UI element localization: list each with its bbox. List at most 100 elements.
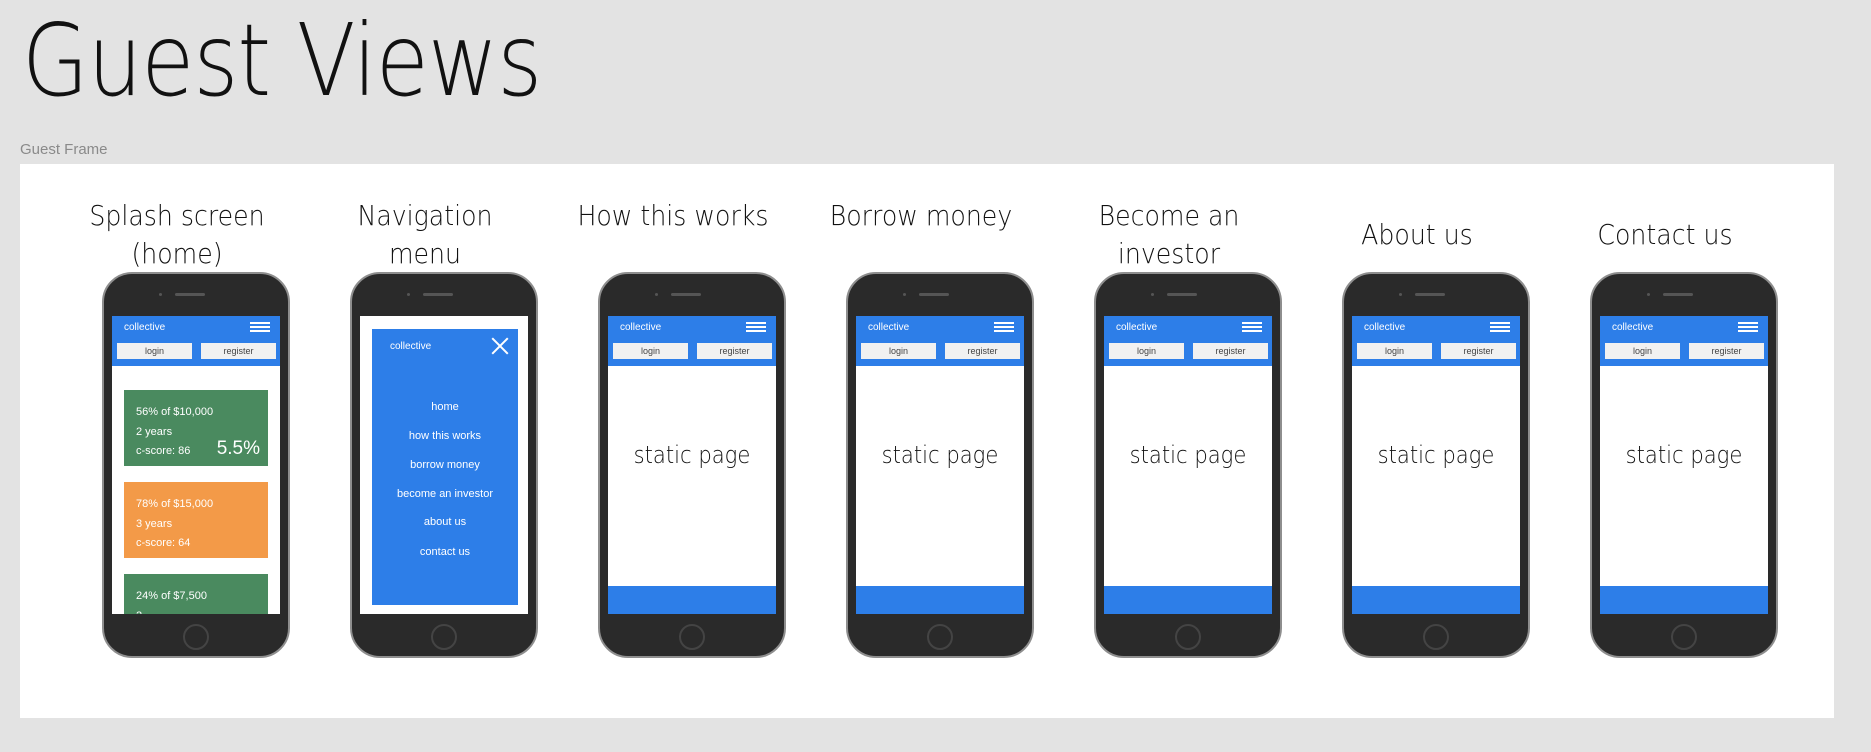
register-button[interactable]: register	[1689, 343, 1764, 359]
static-page-label: static page	[1129, 441, 1247, 469]
phone-home-button	[431, 624, 457, 650]
nav-item-home[interactable]: home	[372, 401, 518, 413]
loan-term: 2	[136, 610, 142, 614]
phone-camera	[655, 293, 658, 296]
login-button[interactable]: login	[117, 343, 192, 359]
phone-home-button	[1671, 624, 1697, 650]
hamburger-menu-icon[interactable]	[1738, 322, 1758, 333]
nav-item-about-us[interactable]: about us	[372, 516, 518, 528]
phone-home-button	[1175, 624, 1201, 650]
phone-home-button	[183, 624, 209, 650]
register-button[interactable]: register	[697, 343, 772, 359]
register-button[interactable]: register	[1193, 343, 1268, 359]
app-footer	[1600, 586, 1768, 614]
phone-mockup: collective login register static page	[846, 272, 1034, 658]
hamburger-menu-icon[interactable]	[994, 322, 1014, 333]
phone-camera	[1399, 293, 1402, 296]
nav-item-borrow-money[interactable]: borrow money	[372, 459, 518, 471]
app-brand: collective	[1612, 322, 1654, 333]
phone-camera	[1151, 293, 1154, 296]
app-brand: collective	[1116, 322, 1158, 333]
screen-title-line1: How this works	[577, 199, 769, 232]
static-page-label: static page	[881, 441, 999, 469]
loan-amount: 78% of $15,000	[136, 498, 214, 510]
screen-title-line1: Splash screen	[89, 199, 265, 232]
screen-title: Splash screen (home)	[74, 197, 281, 273]
login-button[interactable]: login	[1357, 343, 1432, 359]
phone-home-button	[679, 624, 705, 650]
hamburger-menu-icon[interactable]	[1490, 322, 1510, 333]
phone-camera	[159, 293, 162, 296]
phone-display: collective login register static page	[856, 316, 1024, 614]
nav-item-contact-us[interactable]: contact us	[372, 546, 518, 558]
static-page-label: static page	[1625, 441, 1743, 469]
screen-title-line2: investor	[1117, 237, 1221, 270]
phone-mockup: collective login register static page	[1094, 272, 1282, 658]
hamburger-menu-icon[interactable]	[250, 322, 270, 333]
phone-display: collective login register static page	[1600, 316, 1768, 614]
close-icon[interactable]	[490, 335, 510, 355]
register-button[interactable]: register	[201, 343, 276, 359]
screen-title-line1: About us	[1361, 218, 1473, 251]
login-button[interactable]: login	[1109, 343, 1184, 359]
nav-item-become-an-investor[interactable]: become an investor	[372, 488, 518, 500]
hamburger-menu-icon[interactable]	[1242, 322, 1262, 333]
screen-navigation-menu: Navigation menu collective home how this…	[310, 164, 540, 718]
screen-title: Borrow money	[818, 197, 1025, 235]
phone-mockup: collective login register 56% of $10,000…	[102, 272, 290, 658]
phone-speaker	[919, 293, 949, 296]
phone-home-button	[927, 624, 953, 650]
page-title: Guest Views	[22, 2, 542, 119]
loan-amount: 24% of $7,500	[136, 590, 207, 602]
screen-title-line1: Borrow money	[829, 199, 1013, 232]
screen-become-an-investor: Become an investor collective login regi…	[1054, 164, 1284, 718]
phone-speaker	[1415, 293, 1445, 296]
screen-about-us: About us collective login register stati…	[1302, 164, 1532, 718]
screen-contact-us: Contact us collective login register sta…	[1550, 164, 1780, 718]
app-brand: collective	[620, 322, 662, 333]
screen-title-line1: Contact us	[1597, 218, 1733, 251]
app-header: collective login register	[1600, 316, 1768, 366]
app-footer	[856, 586, 1024, 614]
app-brand: collective	[390, 341, 432, 352]
phone-camera	[1647, 293, 1650, 296]
nav-item-how-this-works[interactable]: how this works	[372, 430, 518, 442]
register-button[interactable]: register	[1441, 343, 1516, 359]
nav-panel: collective home how this works borrow mo…	[372, 329, 518, 605]
app-footer	[1104, 586, 1272, 614]
screen-title-line1: Become an	[1098, 199, 1240, 232]
app-header: collective login register	[112, 316, 280, 366]
loan-card[interactable]: 78% of $15,000 3 years c-score: 64	[124, 482, 268, 558]
loan-term: 2 years	[136, 426, 173, 438]
phone-speaker	[671, 293, 701, 296]
loan-card[interactable]: 56% of $10,000 2 years c-score: 86 5.5%	[124, 390, 268, 466]
login-button[interactable]: login	[1605, 343, 1680, 359]
phone-mockup: collective login register static page	[598, 272, 786, 658]
app-footer	[608, 586, 776, 614]
loan-score: c-score: 64	[136, 537, 191, 549]
phone-mockup: collective home how this works borrow mo…	[350, 272, 538, 658]
loan-amount: 56% of $10,000	[136, 406, 214, 418]
phone-mockup: collective login register static page	[1590, 272, 1778, 658]
app-brand: collective	[868, 322, 910, 333]
phone-display: collective login register static page	[608, 316, 776, 614]
app-header: collective login register	[1352, 316, 1520, 366]
loan-score: c-score: 86	[136, 445, 191, 457]
phone-camera	[407, 293, 410, 296]
phone-display: collective login register static page	[1104, 316, 1272, 614]
login-button[interactable]: login	[613, 343, 688, 359]
screen-title: Become an investor	[1066, 197, 1273, 273]
screen-title-line2: (home)	[131, 237, 223, 270]
login-button[interactable]: login	[861, 343, 936, 359]
screen-how-this-works: How this works collective login register…	[558, 164, 788, 718]
guest-frame: Splash screen (home) collective login re…	[20, 164, 1834, 718]
phone-home-button	[1423, 624, 1449, 650]
app-header: collective login register	[608, 316, 776, 366]
register-button[interactable]: register	[945, 343, 1020, 359]
phone-display: collective login register static page	[1352, 316, 1520, 614]
phone-mockup: collective login register static page	[1342, 272, 1530, 658]
phone-display: collective login register 56% of $10,000…	[112, 316, 280, 614]
app-header: collective login register	[1104, 316, 1272, 366]
hamburger-menu-icon[interactable]	[746, 322, 766, 333]
loan-card[interactable]: 24% of $7,500 2	[124, 574, 268, 614]
